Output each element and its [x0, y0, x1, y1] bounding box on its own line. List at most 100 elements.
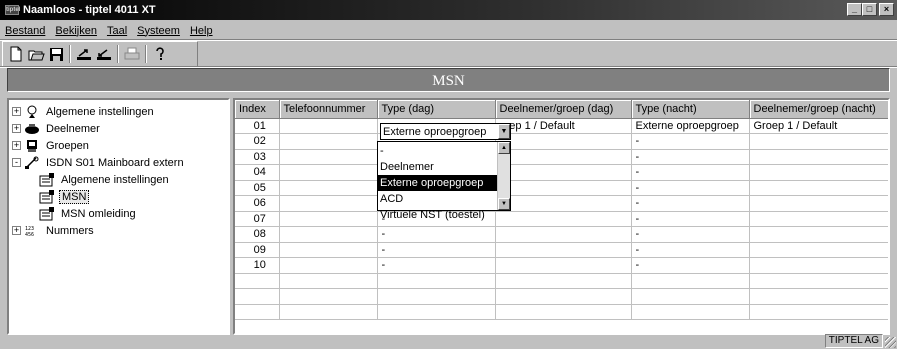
table-cell[interactable]	[279, 257, 378, 274]
table-cell[interactable]: Groep 1 / Default	[749, 118, 888, 134]
menu-taal[interactable]: Taal	[102, 25, 132, 37]
table-cell[interactable]	[377, 288, 496, 305]
save-icon[interactable]	[46, 44, 66, 64]
table-row[interactable]: 08 - -	[235, 226, 888, 243]
dropdown-option[interactable]: Virtuele NST (toestel)	[378, 207, 497, 223]
expand-icon[interactable]: +	[12, 107, 21, 116]
resize-grip-icon[interactable]	[885, 337, 896, 348]
table-cell[interactable]	[749, 133, 888, 150]
table-row[interactable]: 06 -	[235, 195, 888, 212]
table-cell[interactable]: roep 1 / Default	[495, 118, 632, 134]
table-row[interactable]: 05 -	[235, 180, 888, 196]
table-cell[interactable]: 03	[235, 149, 280, 165]
table-cell[interactable]	[495, 273, 632, 289]
expand-icon[interactable]: +	[12, 226, 21, 235]
table-row[interactable]: 02 -	[235, 133, 888, 150]
table-row[interactable]: 04 -	[235, 164, 888, 181]
scroll-up-icon[interactable]: ▲	[498, 142, 510, 154]
table-cell[interactable]: 04	[235, 164, 280, 181]
table-cell[interactable]	[235, 288, 280, 305]
table-cell[interactable]	[279, 149, 378, 165]
dropdown-option[interactable]: Deelnemer	[378, 159, 497, 175]
table-cell[interactable]	[279, 118, 378, 134]
table-cell[interactable]	[749, 304, 888, 320]
expand-icon[interactable]: +	[12, 124, 21, 133]
table-cell[interactable]	[279, 242, 378, 258]
table-cell[interactable]	[495, 304, 632, 320]
maximize-button[interactable]: □	[862, 3, 877, 16]
table-cell[interactable]	[749, 149, 888, 165]
table-cell[interactable]	[495, 180, 632, 196]
table-cell[interactable]	[279, 273, 378, 289]
print-icon[interactable]	[122, 44, 142, 64]
table-cell[interactable]	[377, 273, 496, 289]
type-dag-combobox[interactable]: Externe oproepgroep ▼	[380, 123, 511, 140]
table-cell[interactable]	[749, 288, 888, 305]
table-cell[interactable]	[279, 195, 378, 212]
column-header-index[interactable]: Index	[235, 100, 280, 119]
table-cell[interactable]: 05	[235, 180, 280, 196]
table-cell[interactable]	[279, 226, 378, 243]
download-icon[interactable]	[94, 44, 114, 64]
table-cell[interactable]: -	[631, 149, 750, 165]
dropdown-option[interactable]: -	[378, 143, 497, 159]
table-cell[interactable]: -	[631, 195, 750, 212]
table-cell[interactable]: -	[631, 164, 750, 181]
minimize-button[interactable]: _	[847, 3, 862, 16]
help-icon[interactable]	[150, 44, 170, 64]
dropdown-scrollbar[interactable]: ▲ ▼	[497, 142, 510, 210]
table-cell[interactable]: -	[631, 226, 750, 243]
table-cell[interactable]	[235, 304, 280, 320]
table-cell[interactable]	[749, 273, 888, 289]
column-header-type-nacht[interactable]: Type (nacht)	[631, 100, 750, 119]
table-cell[interactable]	[495, 133, 632, 150]
new-file-icon[interactable]	[6, 44, 26, 64]
table-cell[interactable]	[631, 304, 750, 320]
table-cell[interactable]	[377, 304, 496, 320]
tree-node-msn[interactable]: MSN	[9, 188, 228, 205]
table-cell[interactable]: 01	[235, 118, 280, 134]
dropdown-option[interactable]: ACD	[378, 191, 497, 207]
tree-node-isdn[interactable]: - ISDN S01 Mainboard extern	[9, 154, 228, 171]
menu-bekijken[interactable]: Bekijken	[50, 25, 102, 37]
table-row[interactable]: 07- -	[235, 211, 888, 227]
column-header-deelnemer-nacht[interactable]: Deelnemer/groep (nacht)	[749, 100, 888, 119]
table-row[interactable]	[235, 288, 888, 305]
menu-systeem[interactable]: Systeem	[132, 25, 185, 37]
table-row[interactable]	[235, 304, 888, 320]
table-cell[interactable]	[279, 180, 378, 196]
table-cell[interactable]	[495, 257, 632, 274]
table-cell[interactable]	[749, 242, 888, 258]
scroll-down-icon[interactable]: ▼	[498, 198, 510, 210]
column-header-telefoonnummer[interactable]: Telefoonnummer	[279, 100, 378, 119]
table-cell[interactable]	[495, 226, 632, 243]
column-header-type-dag[interactable]: Type (dag)	[377, 100, 496, 119]
table-cell[interactable]	[235, 273, 280, 289]
table-cell[interactable]	[495, 288, 632, 305]
table-cell[interactable]	[495, 149, 632, 165]
table-cell[interactable]	[749, 226, 888, 243]
tree-node-groepen[interactable]: + Groepen	[9, 137, 228, 154]
table-cell[interactable]	[279, 133, 378, 150]
table-cell[interactable]: -	[631, 211, 750, 227]
table-cell[interactable]: 09	[235, 242, 280, 258]
tree-node-isdn-algemene-instellingen[interactable]: Algemene instellingen	[9, 171, 228, 188]
table-cell[interactable]: -	[377, 226, 496, 243]
close-button[interactable]: ×	[879, 3, 894, 16]
table-cell[interactable]: 06	[235, 195, 280, 212]
table-cell[interactable]	[279, 211, 378, 227]
table-cell[interactable]: 08	[235, 226, 280, 243]
table-cell[interactable]: -	[377, 257, 496, 274]
table-cell[interactable]: 07	[235, 211, 280, 227]
dropdown-option-selected[interactable]: Externe oproepgroep	[378, 175, 497, 191]
upload-icon[interactable]	[74, 44, 94, 64]
table-row[interactable]: 03 -	[235, 149, 888, 165]
expand-icon[interactable]: +	[12, 141, 21, 150]
table-cell[interactable]	[749, 257, 888, 274]
table-cell[interactable]	[749, 164, 888, 181]
dropdown-arrow-icon[interactable]: ▼	[498, 124, 510, 139]
table-cell[interactable]	[495, 242, 632, 258]
table-cell[interactable]: 02	[235, 133, 280, 150]
table-cell[interactable]: -	[631, 242, 750, 258]
table-cell[interactable]	[279, 164, 378, 181]
